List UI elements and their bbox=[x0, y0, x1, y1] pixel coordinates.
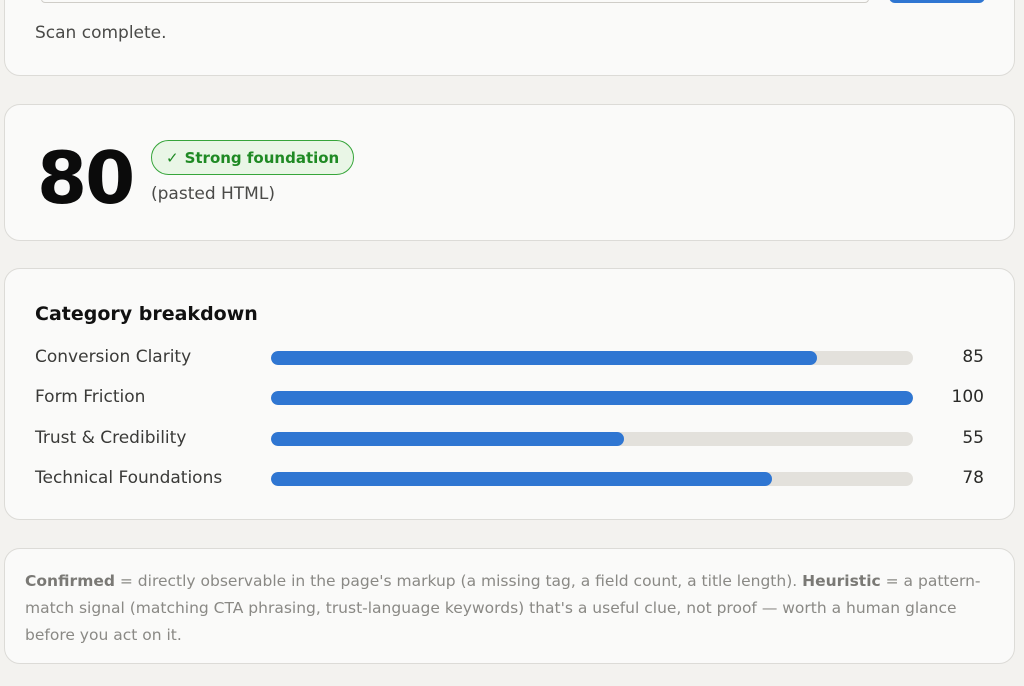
score-badge: ✓ Strong foundation bbox=[151, 140, 355, 175]
category-bar-track bbox=[271, 351, 913, 365]
evidence-legend-text: Confirmed = directly observable in the p… bbox=[25, 568, 993, 649]
category-bar-track bbox=[271, 391, 913, 405]
category-score: 85 bbox=[962, 347, 984, 367]
url-input[interactable] bbox=[41, 0, 869, 3]
score-source-note: (pasted HTML) bbox=[151, 184, 275, 204]
category-bar-track bbox=[271, 432, 913, 446]
category-label: Trust & Credibility bbox=[35, 428, 187, 448]
confirmed-description: = directly observable in the page's mark… bbox=[114, 572, 803, 590]
category-score: 55 bbox=[962, 428, 984, 448]
category-label: Conversion Clarity bbox=[35, 347, 192, 367]
category-score: 78 bbox=[962, 468, 984, 488]
category-score: 100 bbox=[951, 387, 984, 407]
category-bar-fill bbox=[271, 432, 625, 446]
category-bar-fill bbox=[271, 391, 913, 405]
category-row: Trust & Credibility 55 bbox=[5, 426, 1014, 450]
category-bar-track bbox=[271, 472, 913, 486]
category-row: Form Friction 100 bbox=[5, 385, 1014, 409]
score-badge-label: Strong foundation bbox=[184, 148, 340, 167]
category-label: Form Friction bbox=[35, 387, 146, 407]
confirmed-term: Confirmed bbox=[25, 572, 115, 590]
heuristic-term: Heuristic bbox=[802, 572, 881, 590]
category-bar-fill bbox=[271, 472, 772, 486]
check-icon: ✓ bbox=[166, 148, 179, 167]
category-row: Conversion Clarity 85 bbox=[5, 345, 1014, 369]
scan-card: Scan complete. bbox=[4, 0, 1015, 76]
category-breakdown-title: Category breakdown bbox=[35, 303, 258, 325]
evidence-legend-card: Confirmed = directly observable in the p… bbox=[4, 548, 1015, 664]
category-breakdown-card: Category breakdown Conversion Clarity 85… bbox=[4, 268, 1015, 520]
category-row: Technical Foundations 78 bbox=[5, 466, 1014, 490]
category-label: Technical Foundations bbox=[35, 468, 223, 488]
score-card: 80 ✓ Strong foundation (pasted HTML) bbox=[4, 104, 1015, 241]
scan-status-text: Scan complete. bbox=[35, 23, 167, 43]
category-bar-fill bbox=[271, 351, 817, 365]
scan-button[interactable] bbox=[889, 0, 985, 3]
overall-score: 80 bbox=[37, 136, 135, 220]
